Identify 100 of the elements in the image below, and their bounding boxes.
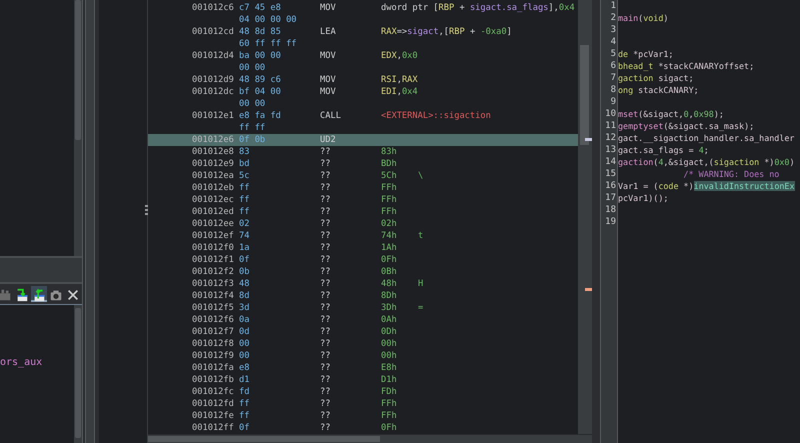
line-number: 7 (610, 72, 617, 84)
mnemonic: ?? (320, 255, 330, 265)
code-line: ong stackCANARY; (618, 84, 700, 96)
instruction-bytes: 0f 0b (239, 135, 266, 145)
mnemonic: ?? (320, 375, 330, 385)
operand: EDX,0x0 (381, 51, 418, 61)
mnemonic: MOV (320, 75, 336, 85)
code-line: bhead_t *stackCANARYoffset; (618, 60, 756, 72)
address: 001012cd (192, 27, 234, 37)
mnemonic: ?? (320, 423, 330, 433)
address: 001012d4 (192, 51, 234, 61)
operand: 1Ah (381, 243, 397, 253)
address: 001012f4 (192, 291, 234, 301)
operand: FFh (381, 411, 397, 421)
operand: BDh (381, 159, 397, 169)
address: 001012e6 (192, 135, 234, 145)
address: 001012fb (192, 375, 234, 385)
operand: 8Dh (381, 291, 397, 301)
mnemonic: ?? (320, 411, 330, 421)
line-number: 10 (604, 108, 617, 120)
scrollbar[interactable] (578, 0, 592, 434)
address: 001012fd (192, 399, 234, 409)
address: 001012c6 (192, 3, 234, 13)
mnemonic: MOV (320, 51, 336, 61)
operand: RSI,RAX (381, 75, 418, 85)
instruction-bytes: 48 89 c6 (239, 75, 281, 85)
code-line: Var1 = (code *)invalidInstructionEx (618, 180, 796, 192)
instruction-bytes: ff (239, 207, 250, 217)
instruction-bytes: fd (239, 387, 250, 397)
operand: EDI,0x4 (381, 87, 418, 97)
export-tool-button[interactable] (31, 286, 47, 302)
mnemonic: MOV (320, 87, 336, 97)
character-value: H (418, 279, 424, 289)
address: 001012ea (192, 171, 234, 181)
address: 001012ff (192, 423, 234, 433)
code-line: gaction(4,&sigact,(sigaction *)0x0) (618, 156, 796, 168)
instruction-bytes: 02 (239, 219, 250, 229)
operand: 83h (381, 147, 397, 157)
operand: 00h (381, 351, 397, 361)
mnemonic: ?? (320, 159, 330, 169)
address: 001012f3 (192, 279, 234, 289)
mnemonic: ?? (320, 351, 330, 361)
mnemonic: ?? (320, 231, 330, 241)
mnemonic: ?? (320, 147, 330, 157)
operand: FFh (381, 399, 397, 409)
line-number: 15 (604, 168, 617, 180)
mnemonic: ?? (320, 195, 330, 205)
code-line: de *pcVar1; (618, 48, 674, 60)
address: 001012ee (192, 219, 234, 229)
instruction-bytes: d1 (239, 375, 250, 385)
instruction-bytes: 5c (239, 171, 250, 181)
instruction-bytes: ba 00 00 (239, 51, 281, 61)
line-number: 8 (610, 84, 617, 96)
instruction-bytes: bf 04 00 (239, 87, 281, 97)
mnemonic: ?? (320, 291, 330, 301)
mnemonic: ?? (320, 279, 330, 289)
instruction-bytes: c7 45 e8 (239, 3, 281, 13)
mnemonic: ?? (320, 243, 330, 253)
instruction-bytes: 3d (239, 303, 250, 313)
line-number: 9 (610, 96, 617, 108)
operand: 02h (381, 219, 397, 229)
instruction-bytes: 0f (239, 255, 250, 265)
code-line: gact.sa_flags = 4; (618, 144, 710, 156)
instruction-bytes: 1a (239, 243, 250, 253)
mnemonic: ?? (320, 399, 330, 409)
symbol-name[interactable]: ors_aux (0, 357, 74, 443)
horizontal-scrollbar[interactable] (148, 434, 592, 443)
operand: 0Fh (381, 255, 397, 265)
line-number: 11 (604, 120, 617, 132)
line-number: 1 (610, 0, 617, 12)
address: 001012fa (192, 363, 234, 373)
code-line: gemptyset(&sigact.sa_mask); (618, 120, 756, 132)
tool-icon (32, 287, 46, 303)
address: 001012f8 (192, 339, 234, 349)
operand: 48h (381, 279, 397, 289)
grip-icon[interactable] (145, 205, 148, 215)
instruction-bytes: 00 (239, 351, 250, 361)
operand: 5Ch (381, 171, 397, 181)
mnemonic: ?? (320, 207, 330, 217)
line-number: 19 (604, 216, 617, 228)
mnemonic: ?? (320, 327, 330, 337)
address: 001012f2 (192, 267, 234, 277)
operand: 00h (381, 339, 397, 349)
instruction-bytes: bd (239, 159, 250, 169)
instruction-bytes: e8 (239, 363, 250, 373)
mnemonic: ?? (320, 303, 330, 313)
address: 001012fe (192, 411, 234, 421)
address: 001012ec (192, 195, 234, 205)
operand: 74h (381, 231, 397, 241)
instruction-bytes: ff (239, 195, 250, 205)
instruction-bytes: ff (239, 183, 250, 193)
mnemonic: LEA (320, 27, 336, 37)
instruction-bytes: 00 00 (239, 63, 266, 73)
operand: E8h (381, 363, 397, 373)
line-number: 16 (604, 180, 617, 192)
instruction-bytes: 74 (239, 231, 250, 241)
operand: FFh (381, 195, 397, 205)
mnemonic: UD2 (320, 135, 336, 145)
address: 001012f9 (192, 351, 234, 361)
operand: dword ptr [RBP + sigact.sa_flags],0x4 (381, 3, 575, 13)
